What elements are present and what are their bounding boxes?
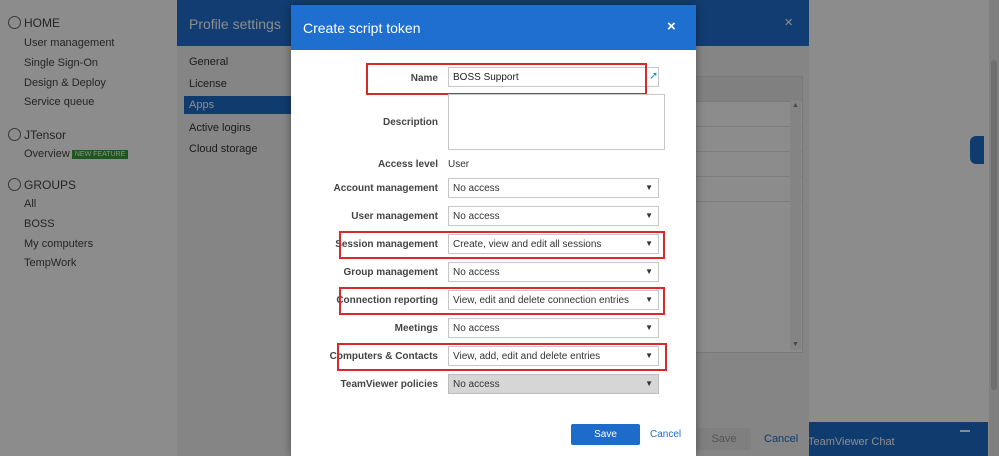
cancel-button[interactable]: Cancel (650, 429, 681, 440)
chevron-down-icon: ▼ (645, 211, 653, 220)
meetings-label: Meetings (394, 323, 438, 334)
create-script-token-dialog: Create script token × Name BOSS Support … (291, 5, 696, 456)
user-management-select[interactable]: No access ▼ (448, 206, 659, 226)
select-value: No access (453, 323, 500, 334)
access-level-label: Access level (377, 159, 438, 170)
close-icon[interactable]: × (667, 18, 676, 35)
user-management-label: User management (351, 211, 438, 222)
select-value: No access (453, 183, 500, 194)
teamviewer-policies-select: No access ▼ (448, 374, 659, 394)
dialog-title: Create script token (303, 20, 421, 36)
meetings-select[interactable]: No access ▼ (448, 318, 659, 338)
select-value: No access (453, 379, 500, 390)
group-management-select[interactable]: No access ▼ (448, 262, 659, 282)
description-field[interactable] (448, 94, 665, 150)
chevron-down-icon: ▼ (645, 183, 653, 192)
dialog-header: Create script token × (291, 5, 696, 50)
group-management-label: Group management (343, 267, 438, 278)
description-label: Description (382, 117, 438, 128)
highlight-box (339, 231, 665, 259)
chevron-down-icon: ▼ (645, 267, 653, 276)
account-management-select[interactable]: No access ▼ (448, 178, 659, 198)
chevron-down-icon: ▼ (645, 323, 653, 332)
save-button[interactable]: Save (571, 424, 640, 445)
highlight-box (366, 63, 647, 95)
select-value: No access (453, 211, 500, 222)
highlight-box (339, 287, 665, 315)
access-level-value: User (448, 159, 470, 170)
teamviewer-policies-label: TeamViewer policies (340, 379, 438, 390)
select-value: No access (453, 267, 500, 278)
chevron-down-icon: ▼ (645, 379, 653, 388)
account-management-label: Account management (333, 183, 438, 194)
user-icon[interactable]: ➚ (649, 69, 658, 82)
highlight-box (337, 343, 667, 371)
